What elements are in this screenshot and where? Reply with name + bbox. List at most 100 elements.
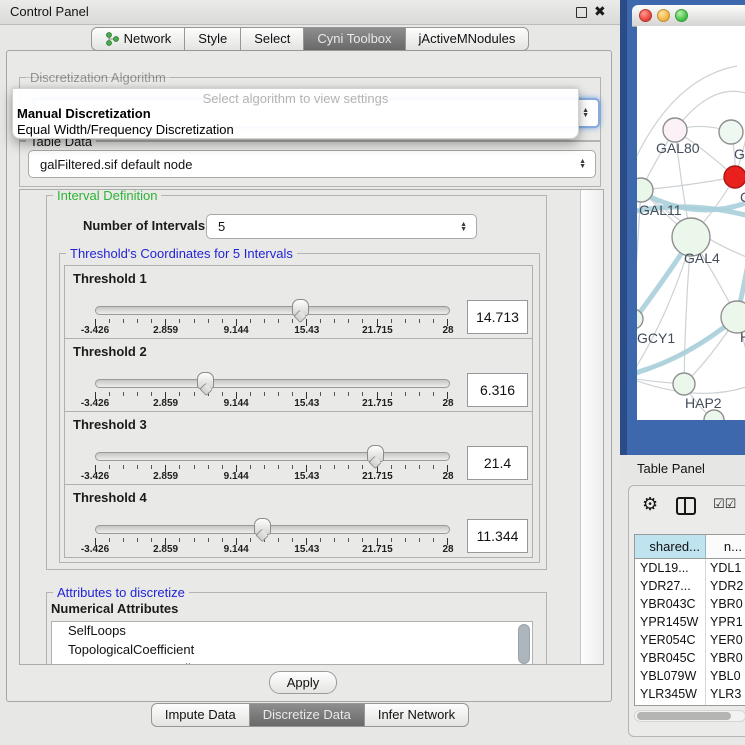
table-row[interactable]: YBR043CYBR0 (635, 595, 745, 613)
mac-close-button[interactable] (639, 9, 652, 22)
table-hscrollbar-track[interactable] (634, 710, 745, 722)
attribute-item-topologicalcoefficient[interactable]: TopologicalCoefficient (52, 641, 532, 660)
attribute-item-betweennesscentrality[interactable]: BetweennessCentrality (52, 660, 532, 665)
threshold-value-field[interactable]: 6.316 (467, 373, 528, 407)
table-cell: YIL052C (635, 703, 706, 706)
node-label: GCY1 (637, 330, 675, 346)
tab-discretize-data[interactable]: Discretize Data (250, 703, 365, 727)
slider-track[interactable] (95, 525, 450, 534)
network-node-g-[interactable] (719, 120, 743, 144)
table-data-value: galFiltered.sif default node (40, 157, 192, 172)
tab-impute-data[interactable]: Impute Data (151, 703, 250, 727)
tick-mark (109, 319, 110, 323)
float-window-icon[interactable] (576, 7, 587, 18)
table-row[interactable]: YBL079WYBL0 (635, 667, 745, 685)
tab-network[interactable]: Network (91, 27, 186, 51)
network-node-gal80[interactable] (663, 118, 687, 142)
threshold-value-field[interactable]: 14.713 (467, 300, 528, 334)
tick-label: 15.43 (294, 398, 319, 409)
table-cell: YBL079W (635, 667, 706, 685)
network-node-c[interactable] (724, 166, 745, 188)
tick-mark (419, 319, 420, 323)
combo-arrows-icon: ▲▼ (579, 159, 586, 169)
tick-mark (179, 319, 180, 323)
table-row[interactable]: YDR27...YDR2 (635, 577, 745, 595)
tick-label: 21.715 (362, 398, 393, 409)
network-node-hap2[interactable] (673, 373, 695, 395)
slider-ticks (95, 319, 448, 326)
node-label: GAL4 (684, 250, 720, 266)
table-row[interactable]: YLR345WYLR3 (635, 685, 745, 703)
tab-label: jActiveMNodules (419, 31, 516, 46)
numerical-attributes-heading: Numerical Attributes (51, 601, 178, 616)
select-checkboxes-icon[interactable]: ☑☑ (713, 496, 736, 512)
threshold-row-3: Threshold 3-3.4262.8599.14415.4321.71528… (64, 411, 533, 485)
threshold-list: Threshold 1-3.4262.8599.14415.4321.71528… (64, 266, 533, 558)
network-canvas[interactable]: GAL80G.CGAL11GAL4GCY1HHAP2 (637, 26, 745, 420)
tick-mark (348, 319, 349, 323)
algorithm-hint: Select algorithm to view settings (13, 91, 578, 106)
numerical-attributes-list[interactable]: SelfLoopsTopologicalCoefficientBetweenne… (51, 621, 533, 665)
threshold-value-field[interactable]: 11.344 (467, 519, 528, 553)
slider-ticks (95, 392, 448, 399)
tick-mark (208, 465, 209, 469)
tick-mark (362, 465, 363, 469)
slider-track[interactable] (95, 379, 450, 388)
slider-thumb[interactable] (197, 372, 214, 389)
tab-cyni-toolbox[interactable]: Cyni Toolbox (304, 27, 405, 51)
column-header-1[interactable]: shared... (635, 535, 706, 558)
table-row[interactable]: YBR045CYBR0 (635, 649, 745, 667)
tab-jactivemnodules[interactable]: jActiveMNodules (406, 27, 530, 51)
tick-mark (264, 465, 265, 469)
slider-thumb[interactable] (367, 445, 384, 462)
table-cell: YIL0 (706, 703, 745, 706)
threshold-value-field[interactable]: 21.4 (467, 446, 528, 480)
node-table[interactable]: shared...n... YDL19...YDL1YDR27...YDR2YB… (634, 534, 745, 706)
gear-icon[interactable]: ⚙ (642, 494, 658, 515)
main-scrollbar-track[interactable] (580, 190, 604, 664)
table-hscrollbar-thumb[interactable] (637, 712, 731, 720)
tick-mark (222, 465, 223, 469)
network-graph: GAL80G.CGAL11GAL4GCY1HHAP2 (637, 26, 745, 420)
mac-zoom-button[interactable] (675, 9, 688, 22)
tick-mark (320, 392, 321, 396)
tab-infer-network[interactable]: Infer Network (365, 703, 469, 727)
slider-track[interactable] (95, 306, 450, 315)
tick-label: 15.43 (294, 471, 319, 482)
combo-arrows-icon: ▲▼ (582, 108, 589, 118)
table-row[interactable]: YIL052CYIL0 (635, 703, 745, 706)
slider-track[interactable] (95, 452, 450, 461)
node-label: GAL11 (639, 202, 682, 218)
tick-mark (292, 319, 293, 323)
tick-label: 9.144 (224, 471, 249, 482)
table-row[interactable]: YER054CYER0 (635, 631, 745, 649)
algorithm-option-equal-width[interactable]: Equal Width/Frequency Discretization (17, 122, 234, 137)
table-panel-header: Table Panel (620, 455, 745, 483)
apply-button[interactable]: Apply (269, 671, 337, 694)
slider-thumb[interactable] (254, 518, 271, 535)
attribute-item-selfloops[interactable]: SelfLoops (52, 622, 532, 641)
split-columns-icon[interactable] (676, 497, 696, 515)
column-header-2[interactable]: n... (706, 535, 745, 558)
tick-mark (334, 392, 335, 396)
table-data-combobox[interactable]: galFiltered.sif default node ▲▼ (28, 150, 596, 178)
tick-label: -3.426 (81, 325, 109, 336)
network-node[interactable] (704, 410, 724, 420)
panel-title: Control Panel (10, 4, 89, 19)
tick-mark (151, 538, 152, 542)
table-row[interactable]: YPR145WYPR1 (635, 613, 745, 631)
mac-minimize-button[interactable] (657, 9, 670, 22)
tab-label: Select (254, 31, 290, 46)
tick-mark (419, 465, 420, 469)
threshold-label: Threshold 2 (73, 344, 147, 359)
slider-thumb[interactable] (292, 299, 309, 316)
num-intervals-combobox[interactable]: 5 ▲▼ (206, 214, 477, 239)
tab-style[interactable]: Style (185, 27, 241, 51)
table-row[interactable]: YDL19...YDL1 (635, 559, 745, 577)
tick-mark (208, 319, 209, 323)
tick-mark (179, 392, 180, 396)
close-icon[interactable]: ✖ (594, 3, 606, 20)
tab-select[interactable]: Select (241, 27, 304, 51)
list-scrollbar[interactable] (518, 624, 530, 664)
algorithm-option-manual[interactable]: Manual Discretization (17, 106, 151, 121)
